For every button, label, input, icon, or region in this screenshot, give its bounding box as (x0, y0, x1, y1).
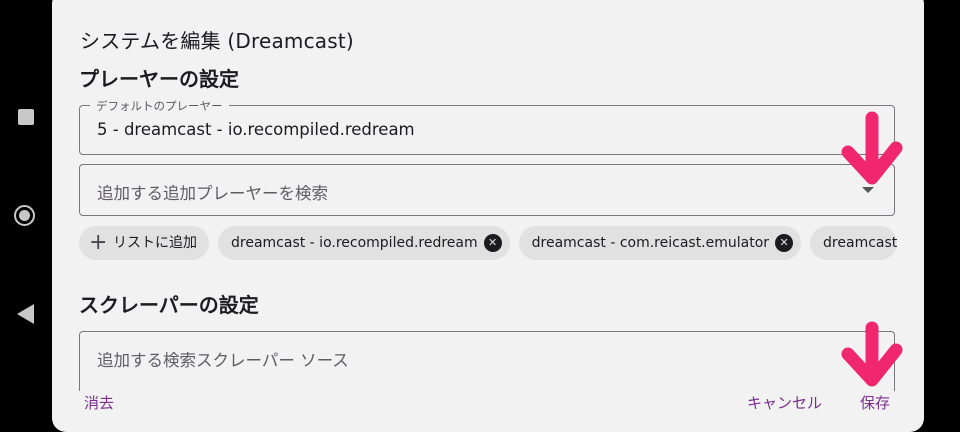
default-player-label: デフォルトのプレーヤー (90, 98, 229, 114)
player-chip-label: dreamcast - io.recompiled.redream (231, 235, 478, 251)
home-icon[interactable] (14, 205, 35, 226)
additional-player-search-placeholder: 追加する追加プレーヤーを検索 (97, 184, 328, 203)
player-chip-partial[interactable]: dreamcast (810, 226, 897, 260)
player-chip-label: dreamcast (823, 235, 897, 251)
player-chip-reicast[interactable]: dreamcast - com.reicast.emulator ✕ (518, 226, 802, 260)
android-navigation-bar (0, 0, 52, 432)
cancel-button[interactable]: キャンセル (747, 392, 822, 413)
scraper-search-input[interactable]: 追加する検索スクレーパー ソース (79, 331, 895, 391)
recent-apps-icon[interactable] (18, 109, 34, 125)
scraper-settings-title: スクレーパーの設定 (79, 293, 259, 317)
clear-button[interactable]: 消去 (84, 392, 114, 413)
close-circle-icon[interactable]: ✕ (775, 234, 794, 252)
dialog-title: システムを編集 (Dreamcast) (80, 29, 354, 53)
close-circle-icon[interactable]: ✕ (483, 234, 502, 252)
back-icon[interactable] (17, 304, 34, 324)
add-to-list-chip[interactable]: + リストに追加 (79, 226, 209, 260)
edit-system-dialog: システムを編集 (Dreamcast) プレーヤーの設定 デフォルトのプレーヤー… (52, 0, 924, 432)
plus-icon: + (89, 230, 108, 255)
add-to-list-label: リストに追加 (113, 235, 197, 251)
additional-player-search-input[interactable]: 追加する追加プレーヤーを検索 (79, 164, 895, 216)
down-arrow-annotation (841, 111, 903, 185)
player-settings-title: プレーヤーの設定 (79, 67, 239, 91)
player-chip-label: dreamcast - com.reicast.emulator (531, 235, 770, 251)
down-arrow-annotation (841, 321, 903, 387)
save-button[interactable]: 保存 (860, 392, 890, 413)
player-chip-redream[interactable]: dreamcast - io.recompiled.redream ✕ (218, 226, 510, 260)
scraper-search-placeholder: 追加する検索スクレーパー ソース (97, 351, 349, 370)
player-chip-list: + リストに追加 dreamcast - io.recompiled.redre… (79, 226, 897, 262)
default-player-field[interactable]: デフォルトのプレーヤー 5 - dreamcast - io.recompile… (79, 98, 895, 155)
default-player-value: 5 - dreamcast - io.recompiled.redream (97, 120, 415, 139)
